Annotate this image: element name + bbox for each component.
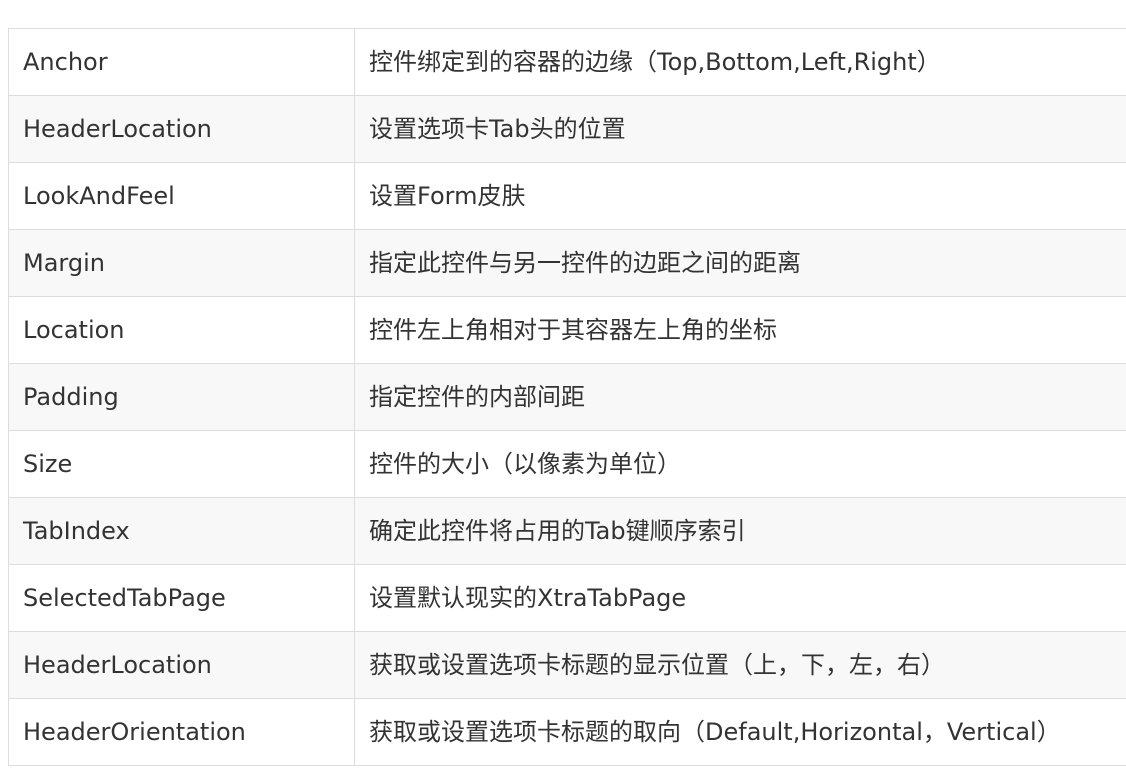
property-name-cell: LookAndFeel (8, 162, 355, 230)
property-name-cell: SelectedTabPage (8, 564, 355, 632)
table-row: Anchor 控件绑定到的容器的边缘（Top,Bottom,Left,Right… (8, 28, 1126, 96)
property-name-cell: HeaderOrientation (8, 698, 355, 766)
property-description-cell: 获取或设置选项卡标题的显示位置（上，下，左，右） (354, 631, 1126, 699)
property-description-cell: 设置默认现实的XtraTabPage (354, 564, 1126, 632)
table-row: TabIndex 确定此控件将占用的Tab键顺序索引 (8, 497, 1126, 565)
property-description-cell: 控件绑定到的容器的边缘（Top,Bottom,Left,Right） (354, 28, 1126, 96)
property-description-cell: 设置Form皮肤 (354, 162, 1126, 230)
property-description-cell: 获取或设置选项卡标题的取向（Default,Horizontal，Vertica… (354, 698, 1126, 766)
table-row: Margin 指定此控件与另一控件的边距之间的距离 (8, 229, 1126, 297)
property-description-cell: 控件左上角相对于其容器左上角的坐标 (354, 296, 1126, 364)
property-name-cell: Anchor (8, 28, 355, 96)
table-row: LookAndFeel 设置Form皮肤 (8, 162, 1126, 230)
property-description-cell: 指定控件的内部间距 (354, 363, 1126, 431)
table-row: HeaderLocation 获取或设置选项卡标题的显示位置（上，下，左，右） (8, 631, 1126, 699)
table-row: Size 控件的大小（以像素为单位） (8, 430, 1126, 498)
table-row: HeaderLocation 设置选项卡Tab头的位置 (8, 95, 1126, 163)
property-table-body: Anchor 控件绑定到的容器的边缘（Top,Bottom,Left,Right… (8, 28, 1126, 766)
property-description-cell: 设置选项卡Tab头的位置 (354, 95, 1126, 163)
table-row: Padding 指定控件的内部间距 (8, 363, 1126, 431)
table-row: SelectedTabPage 设置默认现实的XtraTabPage (8, 564, 1126, 632)
property-name-cell: HeaderLocation (8, 95, 355, 163)
property-name-cell: Size (8, 430, 355, 498)
property-table: Anchor 控件绑定到的容器的边缘（Top,Bottom,Left,Right… (8, 28, 1126, 766)
property-name-cell: Padding (8, 363, 355, 431)
table-row: Location 控件左上角相对于其容器左上角的坐标 (8, 296, 1126, 364)
property-description-cell: 确定此控件将占用的Tab键顺序索引 (354, 497, 1126, 565)
property-description-cell: 指定此控件与另一控件的边距之间的距离 (354, 229, 1126, 297)
property-name-cell: Margin (8, 229, 355, 297)
property-name-cell: TabIndex (8, 497, 355, 565)
table-row: HeaderOrientation 获取或设置选项卡标题的取向（Default,… (8, 698, 1126, 766)
property-name-cell: Location (8, 296, 355, 364)
property-description-cell: 控件的大小（以像素为单位） (354, 430, 1126, 498)
property-name-cell: HeaderLocation (8, 631, 355, 699)
